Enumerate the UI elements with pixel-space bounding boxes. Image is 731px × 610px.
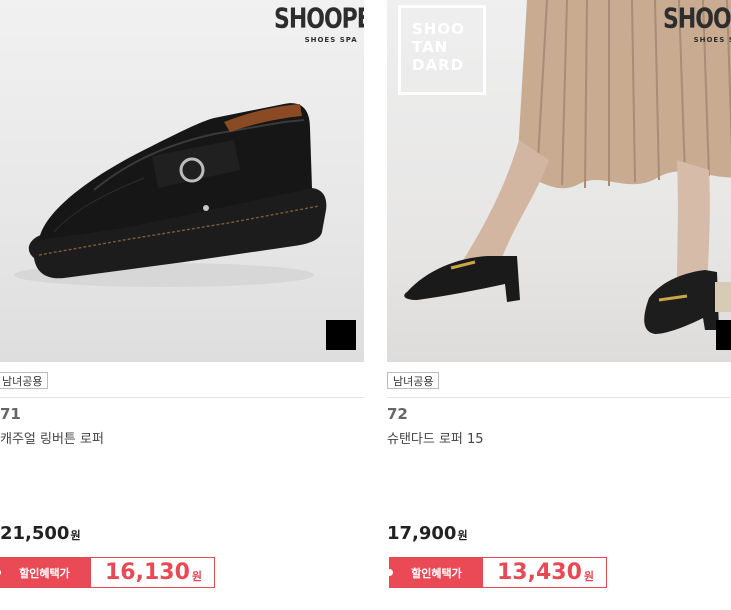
original-price: 17,900원 [387,523,468,544]
currency-unit: 원 [70,529,81,542]
sub-brand-logo: SHOO TAN DARD [398,5,486,95]
divider [387,397,731,398]
original-price-value: 21,500 [0,523,70,544]
discount-price-box[interactable]: 할인혜택가 16,130 원 [0,557,215,588]
product-rank: 71 [0,405,21,423]
divider [0,397,364,398]
discount-price-value: 13,430 [497,560,582,585]
discount-price: 16,130 원 [91,558,214,587]
product-rank: 72 [387,405,408,423]
product-name[interactable]: 슈탠다드 로퍼 15 [387,428,484,447]
color-swatch-black[interactable] [326,320,356,350]
original-price: 21,500원 [0,523,81,544]
color-swatch-black[interactable] [716,320,731,350]
currency-unit: 원 [191,569,203,583]
brand-logo: SHOOPEN SHOES SPA [274,3,364,44]
discount-price: 13,430 원 [483,558,606,587]
discount-label: 할인혜택가 [386,558,483,587]
loafer-image [14,103,327,287]
unisex-tag: 남녀공용 [0,372,49,389]
discount-price-value: 16,130 [105,560,190,585]
product-name[interactable]: 캐주얼 링버튼 로퍼 [0,428,104,447]
discount-price-box[interactable]: 할인혜택가 13,430 원 [386,557,607,588]
brand-logo: SHOOPEN SHOES SPA [663,3,731,44]
currency-unit: 원 [583,569,595,583]
product-card[interactable]: SHOOPEN SHOES SPA 남녀공용 71 캐주얼 링버튼 로퍼 21,… [0,0,364,610]
product-image[interactable]: SHOOPEN SHOES SPA [0,0,364,362]
discount-label: 할인혜택가 [0,558,91,587]
dot-icon [0,569,1,576]
product-image[interactable]: SHOO TAN DARD SHOOPEN SHOES SPA [387,0,731,362]
product-card[interactable]: SHOO TAN DARD SHOOPEN SHOES SPA 남녀공용 72 … [386,0,731,610]
original-price-value: 17,900 [387,523,457,544]
discount-label-text: 할인혜택가 [19,566,70,580]
discount-label-text: 할인혜택가 [411,566,462,580]
dot-icon [386,569,393,576]
unisex-tag: 남녀공용 [387,372,440,389]
currency-unit: 원 [457,529,468,542]
